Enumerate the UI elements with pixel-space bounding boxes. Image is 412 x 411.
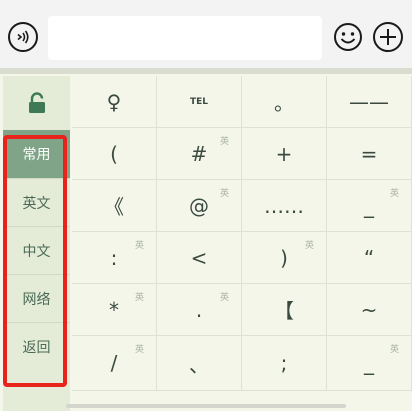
- key-char: *: [109, 297, 119, 322]
- category-label: 英文: [22, 195, 51, 212]
- key-char: “: [363, 245, 375, 270]
- category-sidebar: 常用 英文 中文 网络 返回: [3, 76, 70, 411]
- symbol-key-grid: ♀ TEL 。 —— ( # 英 + = 《 @ 英 …… _ 英 :英 < ) 英 “…: [72, 76, 412, 411]
- symbol-key[interactable]: ——: [327, 76, 412, 128]
- english-badge: 英: [304, 241, 314, 251]
- symbol-key[interactable]: <: [157, 232, 242, 284]
- category-label: 网络: [22, 291, 51, 308]
- unlock-icon: [28, 92, 45, 113]
- category-tab-common[interactable]: 常用: [3, 130, 70, 178]
- key-char: ♀: [106, 89, 122, 114]
- english-badge: 英: [219, 293, 229, 303]
- symbol-key[interactable]: “: [327, 232, 412, 284]
- key-char: _: [364, 193, 374, 218]
- home-indicator: [66, 404, 346, 408]
- symbol-key[interactable]: +: [242, 128, 327, 180]
- key-char: 《: [104, 195, 124, 219]
- category-tab-back[interactable]: 返回: [3, 322, 70, 370]
- key-char: =: [360, 141, 378, 166]
- key-char: TEL: [189, 96, 209, 107]
- symbol-key[interactable]: 。: [242, 76, 327, 128]
- symbol-key[interactable]: 《: [72, 180, 157, 232]
- lock-toggle-button[interactable]: [3, 76, 70, 130]
- symbol-key[interactable]: TEL: [157, 76, 242, 128]
- voice-icon: [17, 30, 29, 44]
- key-char: ): [280, 245, 288, 270]
- symbol-key[interactable]: (: [72, 128, 157, 180]
- symbol-key[interactable]: ) 英: [242, 232, 327, 284]
- input-toolbar: [0, 0, 412, 68]
- english-badge: 英: [219, 137, 229, 147]
- symbol-key[interactable]: :英: [72, 232, 157, 284]
- category-tab-chinese[interactable]: 中文: [3, 226, 70, 274]
- emoji-button[interactable]: [333, 22, 363, 52]
- symbol-key[interactable]: _ 英: [327, 180, 412, 232]
- key-char: #: [190, 141, 208, 166]
- symbol-key[interactable]: ……: [242, 180, 327, 232]
- key-char: (: [110, 141, 118, 166]
- symbol-key[interactable]: / 英: [72, 336, 157, 391]
- english-badge: 英: [134, 293, 144, 303]
- key-char: :: [110, 245, 118, 270]
- message-input[interactable]: [48, 16, 322, 60]
- category-tab-network[interactable]: 网络: [3, 274, 70, 322]
- symbol-key[interactable]: ~: [327, 284, 412, 336]
- key-char: _: [364, 351, 374, 375]
- english-badge: 英: [389, 189, 399, 199]
- key-char: /: [110, 351, 118, 375]
- category-label: 返回: [22, 339, 51, 356]
- key-char: <: [190, 245, 208, 270]
- key-char: +: [275, 141, 293, 166]
- smiley-face-icon: [334, 23, 362, 51]
- english-badge: 英: [219, 189, 229, 199]
- symbol-key[interactable]: @ 英: [157, 180, 242, 232]
- symbol-key[interactable]: .英: [157, 284, 242, 336]
- key-char: ——: [349, 89, 389, 114]
- english-badge: 英: [389, 345, 399, 355]
- english-badge: 英: [134, 345, 144, 355]
- voice-button[interactable]: [8, 22, 38, 52]
- symbol-keyboard: 常用 英文 中文 网络 返回 ♀ TEL 。 —— ( # 英 + = 《 @ 英 …: [0, 68, 412, 411]
- keyboard-divider: [0, 68, 412, 74]
- key-char: @: [189, 193, 209, 218]
- symbol-key[interactable]: * 英: [72, 284, 157, 336]
- category-label: 中文: [22, 243, 51, 260]
- symbol-key[interactable]: # 英: [157, 128, 242, 180]
- key-char: ……: [264, 193, 304, 218]
- plus-circle-icon[interactable]: [373, 22, 403, 52]
- category-label: 常用: [22, 147, 51, 163]
- symbol-key[interactable]: =: [327, 128, 412, 180]
- key-char: .: [195, 297, 203, 322]
- symbol-key[interactable]: ;: [242, 336, 327, 391]
- key-char: ;: [280, 351, 288, 375]
- symbol-key[interactable]: _ 英: [327, 336, 412, 391]
- symbol-key[interactable]: ♀: [72, 76, 157, 128]
- symbol-key[interactable]: 、: [157, 336, 242, 391]
- english-badge: 英: [134, 241, 144, 251]
- key-char: 【: [274, 299, 294, 323]
- category-tab-english[interactable]: 英文: [3, 178, 70, 226]
- symbol-key[interactable]: 【: [242, 284, 327, 336]
- key-char: ~: [360, 297, 378, 322]
- key-char: 、: [189, 352, 209, 377]
- key-char: 。: [274, 91, 294, 115]
